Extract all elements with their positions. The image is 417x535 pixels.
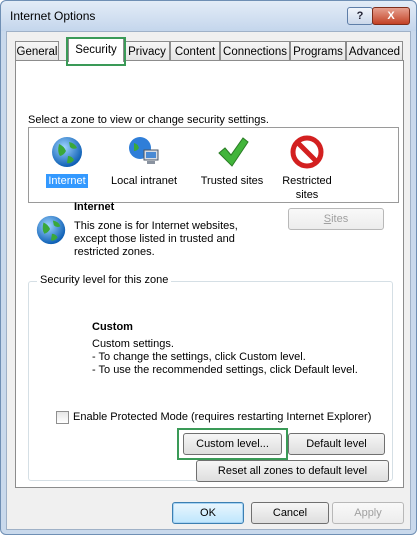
zone-list: Internet Local intranet Trusted sites Re…	[28, 127, 399, 203]
zone-instruction: Select a zone to view or change security…	[28, 114, 269, 126]
intranet-icon	[126, 134, 162, 170]
default-level-button[interactable]: Default level	[288, 433, 385, 455]
selected-zone-desc-1: This zone is for Internet websites,	[74, 220, 238, 232]
internet-options-window: Internet Options ? X General Security Pr…	[0, 0, 417, 535]
checkmark-icon	[214, 134, 250, 170]
security-level-name: Custom	[92, 321, 133, 333]
selected-zone-title: Internet	[74, 201, 115, 213]
ok-button[interactable]: OK	[172, 502, 244, 524]
sites-button[interactable]: Sites	[288, 208, 384, 230]
level-desc-3: - To use the recommended settings, click…	[92, 364, 358, 376]
window-title: Internet Options	[10, 9, 96, 23]
zone-local-intranet[interactable]: Local intranet	[104, 134, 184, 188]
zone-restricted-sites[interactable]: Restricted sites	[267, 134, 347, 202]
level-desc-1: Custom settings.	[92, 338, 174, 350]
restricted-label-line1: Restricted	[282, 175, 332, 187]
custom-level-button[interactable]: Custom level...	[183, 433, 282, 455]
zone-internet[interactable]: Internet	[27, 134, 107, 188]
security-level-title: Security level for this zone	[37, 274, 172, 286]
zone-trusted-sites[interactable]: Trusted sites	[192, 134, 272, 188]
zone-restricted-sites-label: Restricted sites	[280, 174, 334, 202]
restricted-label-line2: sites	[295, 189, 319, 201]
tab-programs[interactable]: Programs	[290, 41, 346, 61]
protected-mode-label[interactable]: Enable Protected Mode (requires restarti…	[73, 411, 371, 423]
selected-zone-desc-2: except those listed in trusted and	[74, 233, 235, 245]
sites-rest: ites	[331, 213, 349, 225]
apply-button[interactable]: Apply	[332, 502, 404, 524]
zone-trusted-sites-label: Trusted sites	[200, 175, 264, 187]
tab-connections[interactable]: Connections	[220, 41, 290, 61]
level-desc-2: - To change the settings, click Custom l…	[92, 351, 306, 363]
title-bar[interactable]: Internet Options ? X	[1, 1, 416, 31]
selected-zone-globe-icon	[34, 213, 68, 247]
close-button[interactable]: X	[372, 7, 410, 25]
protected-mode-checkbox[interactable]	[56, 411, 69, 424]
dialog-body: General Security Privacy Content Connect…	[6, 31, 411, 530]
security-panel: Select a zone to view or change security…	[15, 60, 404, 488]
tab-privacy[interactable]: Privacy	[124, 41, 170, 61]
restricted-icon	[289, 134, 325, 170]
cancel-button[interactable]: Cancel	[251, 502, 329, 524]
tab-advanced[interactable]: Advanced	[346, 41, 403, 61]
zone-internet-label: Internet	[46, 174, 88, 188]
selected-zone-desc-3: restricted zones.	[74, 246, 155, 258]
tab-security[interactable]: Security	[68, 37, 124, 62]
sites-accel: S	[323, 213, 332, 225]
help-button[interactable]: ?	[347, 7, 373, 25]
globe-icon	[49, 134, 85, 170]
reset-all-zones-button[interactable]: Reset all zones to default level	[196, 460, 389, 482]
zone-local-intranet-label: Local intranet	[110, 175, 178, 187]
tab-general[interactable]: General	[15, 41, 59, 61]
security-level-group: Security level for this zone Custom Cust…	[28, 274, 393, 481]
tab-content[interactable]: Content	[170, 41, 220, 61]
